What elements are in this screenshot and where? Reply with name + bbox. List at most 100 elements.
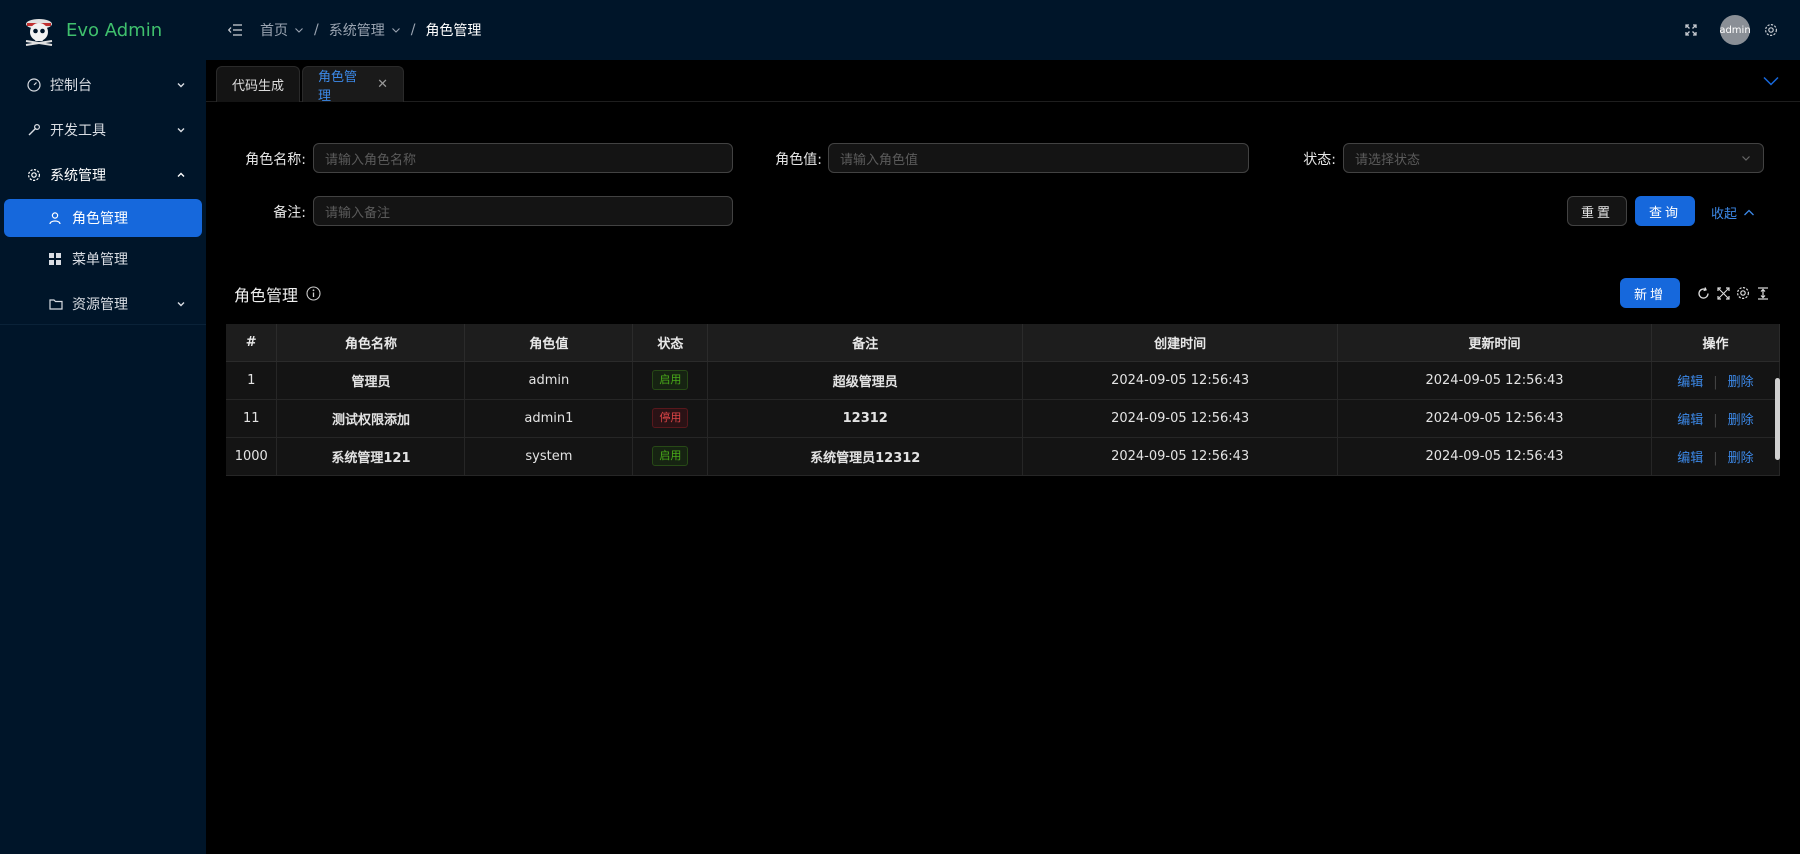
delete-link[interactable]: 删除 bbox=[1728, 413, 1754, 428]
vertical-align-icon[interactable] bbox=[1755, 285, 1771, 301]
cell-updated: 2024-09-05 12:56:43 bbox=[1337, 361, 1652, 400]
sidebar-item-system[interactable]: 系统管理 bbox=[0, 152, 206, 197]
cell-remark: 超级管理员 bbox=[707, 361, 1024, 400]
sidebar-footer-area bbox=[0, 324, 206, 854]
edit-link[interactable]: 编辑 bbox=[1677, 413, 1703, 428]
breadcrumb: 首页 / 系统管理 / 角色管理 bbox=[260, 20, 481, 40]
cell-role-value: admin bbox=[464, 361, 634, 400]
status-select[interactable]: 请选择状态 bbox=[1343, 143, 1764, 173]
menu-fold-icon[interactable] bbox=[224, 19, 246, 41]
tool-icon bbox=[26, 122, 42, 138]
cell-role-value: system bbox=[464, 437, 634, 476]
sidebar-item-menu-management[interactable]: 菜单管理 bbox=[0, 240, 206, 278]
edit-link[interactable]: 编辑 bbox=[1677, 375, 1703, 390]
role-table: # 角色名称 角色值 状态 备注 创建时间 更新时间 操作 1 管理员 admi… bbox=[226, 324, 1781, 476]
tab-code-gen[interactable]: 代码生成 bbox=[216, 66, 300, 102]
sidebar-item-resources[interactable]: 资源管理 bbox=[0, 281, 206, 326]
fullscreen-icon[interactable] bbox=[1682, 21, 1700, 39]
table-title: 角色管理 bbox=[234, 282, 322, 306]
table-title-text: 角色管理 bbox=[234, 286, 299, 305]
chevron-down-icon[interactable] bbox=[1762, 72, 1780, 90]
cell-role-name: 测试权限添加 bbox=[276, 399, 466, 438]
placeholder: 请输入角色值 bbox=[840, 152, 919, 168]
sidebar-item-label: 菜单管理 bbox=[72, 252, 128, 268]
cell-role-value: admin1 bbox=[464, 399, 634, 438]
remark-input[interactable]: 请输入备注 bbox=[313, 196, 733, 226]
close-icon[interactable]: ✕ bbox=[377, 77, 388, 92]
table-row[interactable]: 1000 系统管理121 system 启用 系统管理员12312 2024-0… bbox=[226, 437, 1781, 476]
table-row[interactable]: 1 管理员 admin 启用 超级管理员 2024-09-05 12:56:43… bbox=[226, 361, 1781, 400]
cell-status: 启用 bbox=[632, 437, 709, 476]
tab-label: 角色管理 bbox=[318, 69, 358, 104]
cell-created: 2024-09-05 12:56:43 bbox=[1022, 399, 1339, 438]
column-header[interactable]: 角色值 bbox=[464, 324, 634, 362]
app-logo[interactable]: Evo Admin bbox=[0, 0, 206, 60]
sidebar-item-label: 角色管理 bbox=[72, 211, 128, 227]
column-header[interactable]: 角色名称 bbox=[276, 324, 466, 362]
chevron-up-icon bbox=[1743, 208, 1755, 218]
cell-status: 启用 bbox=[632, 361, 709, 400]
tab-bar: 代码生成 角色管理 ✕ bbox=[206, 60, 1800, 104]
column-header[interactable]: 操作 bbox=[1651, 324, 1781, 362]
folder-icon bbox=[48, 296, 64, 312]
sidebar-item-label: 系统管理 bbox=[50, 167, 106, 184]
breadcrumb-current: 角色管理 bbox=[425, 20, 481, 40]
cell-id: 11 bbox=[226, 399, 278, 438]
sidebar-item-role-management[interactable]: 角色管理 bbox=[4, 199, 202, 237]
delete-link[interactable]: 删除 bbox=[1728, 375, 1754, 390]
role-name-label: 角色名称: bbox=[245, 152, 306, 168]
role-value-label: 角色值: bbox=[775, 152, 822, 168]
top-header: 首页 / 系统管理 / 角色管理 admin bbox=[206, 0, 1800, 60]
table-settings-icon[interactable] bbox=[1735, 285, 1751, 301]
chevron-down-icon bbox=[1741, 153, 1751, 163]
chevron-down-icon bbox=[391, 25, 401, 35]
sidebar: Evo Admin 控制台 开发工具 系统管理 角色管理 菜单管理 资源管理 bbox=[0, 0, 206, 854]
sidebar-item-devtools[interactable]: 开发工具 bbox=[0, 107, 206, 152]
cell-created: 2024-09-05 12:56:43 bbox=[1022, 437, 1339, 476]
breadcrumb-label: 角色管理 bbox=[425, 23, 482, 39]
column-header[interactable]: 更新时间 bbox=[1337, 324, 1652, 362]
sidebar-menu: 控制台 开发工具 系统管理 角色管理 菜单管理 资源管理 bbox=[0, 62, 206, 326]
breadcrumb-home[interactable]: 首页 bbox=[260, 20, 304, 40]
collapse-button[interactable]: 收起 bbox=[1711, 203, 1755, 222]
breadcrumb-label: 系统管理 bbox=[328, 23, 385, 39]
cell-id: 1 bbox=[226, 361, 278, 400]
cell-role-name: 管理员 bbox=[276, 361, 466, 400]
action-divider: | bbox=[1713, 374, 1718, 390]
column-header[interactable]: 状态 bbox=[632, 324, 709, 362]
breadcrumb-separator: / bbox=[410, 22, 416, 38]
column-header[interactable]: 备注 bbox=[707, 324, 1024, 362]
add-role-button[interactable]: 新增 bbox=[1620, 278, 1680, 308]
tab-role-management[interactable]: 角色管理 ✕ bbox=[302, 66, 404, 104]
status-badge: 启用 bbox=[652, 446, 689, 466]
edit-link[interactable]: 编辑 bbox=[1677, 451, 1703, 466]
column-header[interactable]: # bbox=[226, 324, 278, 362]
dashboard-icon bbox=[26, 77, 42, 93]
info-icon[interactable] bbox=[306, 286, 322, 302]
sidebar-item-label: 控制台 bbox=[50, 77, 92, 94]
column-header[interactable]: 创建时间 bbox=[1022, 324, 1339, 362]
table-scrollbar[interactable] bbox=[1775, 378, 1780, 460]
sidebar-item-label: 资源管理 bbox=[72, 296, 128, 313]
cell-updated: 2024-09-05 12:56:43 bbox=[1337, 437, 1652, 476]
query-button[interactable]: 查询 bbox=[1635, 196, 1695, 226]
settings-icon[interactable] bbox=[1762, 21, 1780, 39]
sidebar-item-dashboard[interactable]: 控制台 bbox=[0, 62, 206, 107]
table-row[interactable]: 11 测试权限添加 admin1 停用 12312 2024-09-05 12:… bbox=[226, 399, 1781, 438]
chevron-up-icon bbox=[176, 170, 186, 180]
breadcrumb-separator: / bbox=[314, 22, 319, 38]
avatar[interactable]: admin bbox=[1719, 15, 1751, 45]
status-badge: 停用 bbox=[652, 408, 689, 428]
tab-label: 代码生成 bbox=[232, 79, 285, 94]
reload-icon[interactable] bbox=[1695, 285, 1711, 301]
role-value-input[interactable]: 请输入角色值 bbox=[828, 143, 1249, 173]
breadcrumb-system[interactable]: 系统管理 bbox=[329, 20, 401, 40]
collapse-label: 收起 bbox=[1711, 207, 1738, 222]
cell-remark: 12312 bbox=[707, 399, 1024, 438]
reset-button[interactable]: 重置 bbox=[1567, 196, 1627, 226]
table-header-row: # 角色名称 角色值 状态 备注 创建时间 更新时间 操作 bbox=[226, 324, 1781, 362]
sidebar-item-label: 开发工具 bbox=[50, 122, 106, 139]
column-height-icon[interactable] bbox=[1715, 285, 1731, 301]
role-name-input[interactable]: 请输入角色名称 bbox=[313, 143, 733, 173]
delete-link[interactable]: 删除 bbox=[1728, 451, 1754, 466]
